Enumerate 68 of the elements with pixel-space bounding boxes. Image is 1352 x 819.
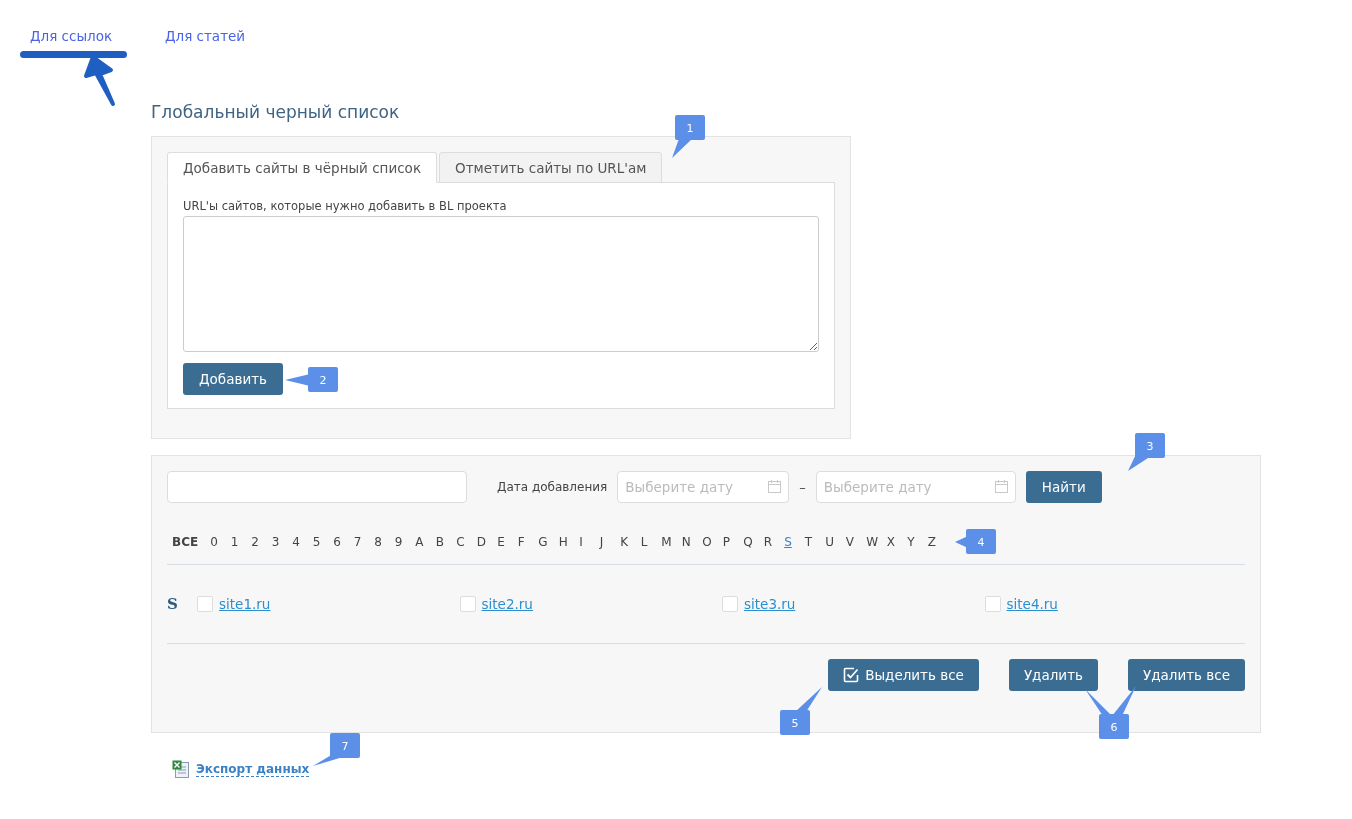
letter-link[interactable]: Q	[743, 535, 764, 549]
letter-link[interactable]: X	[886, 535, 908, 549]
letter-link[interactable]: F	[517, 535, 539, 549]
letter-link[interactable]: B	[435, 535, 457, 549]
letter-link[interactable]: 8	[374, 535, 395, 549]
letter-link[interactable]: T	[804, 535, 826, 549]
calendar-icon[interactable]	[994, 480, 1008, 493]
letter-link[interactable]: V	[845, 535, 867, 549]
tab[interactable]: Отметить сайты по URL'ам	[439, 152, 663, 183]
add-button[interactable]: Добавить	[183, 363, 283, 395]
letter-link[interactable]: R	[763, 535, 785, 549]
find-button[interactable]: Найти	[1025, 471, 1102, 503]
search-field[interactable]	[167, 471, 467, 503]
letter-link[interactable]: M	[661, 535, 682, 549]
letter-link[interactable]: Y	[907, 535, 928, 549]
urls-textarea[interactable]	[183, 216, 819, 352]
letter-link[interactable]: N	[681, 535, 703, 549]
select-all-button[interactable]: Выделить все	[828, 659, 979, 691]
all-letters-link[interactable]: ВСЕ	[172, 535, 199, 549]
letter-link[interactable]: H	[558, 535, 580, 549]
nav-link[interactable]: Для статей	[155, 27, 256, 45]
letter-link[interactable]: 2	[251, 535, 272, 549]
callout-badge: 7	[313, 733, 360, 766]
checkbox[interactable]	[722, 596, 738, 612]
letter-link[interactable]: C	[456, 535, 477, 549]
letter-link[interactable]: P	[722, 535, 744, 549]
letter-link[interactable]: O	[702, 535, 723, 549]
letter-link[interactable]: 3	[271, 535, 293, 549]
nav-link[interactable]: Для ссылок	[20, 27, 127, 45]
letter-link[interactable]: L	[640, 535, 662, 549]
letter-link[interactable]: 9	[394, 535, 416, 549]
letter-link[interactable]: K	[620, 535, 641, 549]
letter-link[interactable]: W	[866, 535, 887, 549]
callout-badge: 5	[780, 687, 822, 735]
letter-link[interactable]: S	[784, 535, 805, 549]
letter-link[interactable]: A	[415, 535, 436, 549]
date-field[interactable]: Выберите дату	[617, 471, 790, 503]
letter-link[interactable]: Z	[927, 535, 949, 549]
letter-link[interactable]: D	[476, 535, 498, 549]
letter-link[interactable]: I	[579, 535, 600, 549]
letter-link[interactable]: 4	[292, 535, 313, 549]
checkbox[interactable]	[197, 596, 213, 612]
page-heading: Глобальный черный список	[151, 101, 401, 124]
letter-link[interactable]: 1	[230, 535, 252, 549]
letter-link[interactable]: E	[497, 535, 518, 549]
group-letter: S	[167, 595, 179, 613]
date-label: Дата добавления	[497, 480, 608, 494]
field-label: URL'ы сайтов, которые нужно добавить в BL проекта	[183, 198, 508, 214]
arrow-drawing	[84, 55, 115, 106]
letter-link[interactable]: 0	[210, 535, 231, 549]
date-field[interactable]: Выберите дату	[815, 471, 1016, 503]
letter-link[interactable]: 7	[353, 535, 375, 549]
calendar-icon[interactable]	[768, 480, 782, 493]
tab[interactable]: Добавить сайты в чёрный список	[167, 152, 438, 183]
export-link[interactable]: Экспорт данных	[196, 761, 310, 777]
letter-link[interactable]: 6	[333, 535, 354, 549]
range-dash: –	[799, 479, 806, 495]
letter-link[interactable]: J	[599, 535, 621, 549]
letter-link[interactable]: G	[538, 535, 559, 549]
checkbox[interactable]	[459, 596, 476, 612]
delete-button[interactable]: Удалить	[1008, 659, 1098, 691]
callout-badge: 6	[1085, 686, 1136, 739]
checkbox[interactable]	[984, 596, 1001, 612]
checkbox-checked-icon	[843, 667, 860, 683]
letter-link[interactable]: 5	[312, 535, 334, 549]
spreadsheet-icon	[172, 760, 190, 778]
letter-link[interactable]: U	[825, 535, 846, 549]
delete-button[interactable]: Удалить все	[1127, 659, 1245, 691]
